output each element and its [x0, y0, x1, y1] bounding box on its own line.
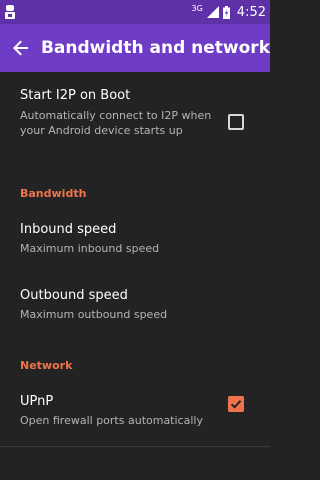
- battery-icon: [222, 5, 230, 19]
- upnp-checkbox[interactable]: [228, 396, 244, 412]
- network-type-label: 3G: [191, 3, 203, 13]
- upnp-preference[interactable]: UPnP Open firewall ports automatically: [0, 380, 270, 446]
- arrow-back-icon: [13, 40, 29, 56]
- back-button[interactable]: [0, 24, 43, 72]
- network-category-label: Network: [20, 359, 73, 372]
- check-icon: [230, 400, 242, 409]
- network-category-header: Network: [0, 340, 270, 380]
- app-bar: Bandwidth and network: [0, 24, 270, 72]
- bandwidth-category-label: Bandwidth: [20, 187, 87, 200]
- inbound-speed-title: Inbound speed: [20, 222, 117, 237]
- inbound-speed-preference[interactable]: Inbound speed Maximum inbound speed: [0, 208, 270, 274]
- inbound-speed-summary: Maximum inbound speed: [20, 242, 160, 255]
- start-on-boot-checkbox[interactable]: [228, 114, 244, 130]
- outbound-speed-title: Outbound speed: [20, 288, 128, 303]
- start-on-boot-preference[interactable]: Start I2P on Boot Automatically connect …: [0, 72, 270, 168]
- upnp-summary: Open firewall ports automatically: [20, 414, 203, 427]
- outbound-speed-preference[interactable]: Outbound speed Maximum outbound speed: [0, 274, 270, 340]
- clock: 4:52: [236, 4, 266, 20]
- signal-icon: [206, 6, 219, 18]
- notification-icon: [5, 5, 15, 19]
- start-on-boot-summary: Automatically connect to I2P when your A…: [20, 109, 212, 137]
- start-on-boot-title: Start I2P on Boot: [20, 88, 131, 103]
- outbound-speed-summary: Maximum outbound speed: [20, 308, 168, 321]
- bandwidth-category-header: Bandwidth: [0, 168, 270, 208]
- list-divider: [0, 446, 270, 447]
- preferences-list: Start I2P on Boot Automatically connect …: [0, 72, 270, 447]
- status-icons: 3G 4:52: [191, 3, 267, 20]
- status-bar: 3G 4:52: [0, 0, 270, 24]
- page-title: Bandwidth and network: [40, 38, 270, 58]
